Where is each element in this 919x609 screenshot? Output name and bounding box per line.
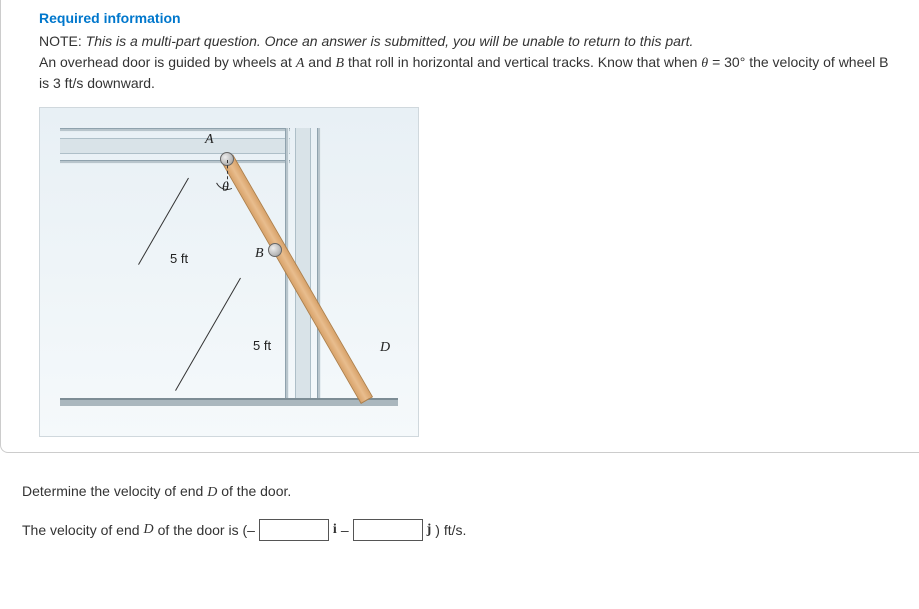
label-b: B [255,246,264,262]
var-b: B [336,56,345,71]
answer-pre: The velocity of end [22,522,140,538]
answer-var-d: D [144,522,154,538]
unit-j: j [427,522,432,538]
i-component-input[interactable] [259,519,329,541]
figure-container: A B D θ 5 ft 5 ft [39,107,919,437]
unit-i: i [333,522,337,538]
prompt-var-d: D [207,485,217,500]
desc-pre: An overhead door is guided by wheels at [39,54,296,70]
question-prompt: Determine the velocity of end D of the d… [22,483,894,501]
dimension-5ft-lower: 5 ft [253,338,271,353]
required-information-heading: Required information [39,10,894,26]
floor-line [60,398,398,406]
wheel-b [268,243,282,257]
label-d: D [380,340,390,356]
prompt-post: of the door. [217,483,291,499]
desc-mid1: and [304,54,335,70]
j-component-input[interactable] [353,519,423,541]
answer-post: ) ft/s. [435,522,466,538]
answer-line: The velocity of end D of the door is (– … [22,519,894,541]
problem-description: An overhead door is guided by wheels at … [39,53,894,93]
note-line: NOTE: This is a multi-part question. Onc… [39,32,894,51]
label-theta: θ [222,180,229,196]
door-diagram: A B D θ 5 ft 5 ft [39,107,419,437]
label-a: A [205,132,214,148]
horizontal-track [60,128,290,164]
note-text: This is a multi-part question. Once an a… [86,33,694,49]
answer-sep: – [341,522,349,538]
dimension-line-2 [175,277,241,390]
prompt-pre: Determine the velocity of end [22,483,207,499]
dimension-5ft-upper: 5 ft [170,251,188,266]
note-label: NOTE: [39,33,82,49]
desc-mid2: that roll in horizontal and vertical tra… [344,54,701,70]
answer-mid: of the door is (– [158,522,255,538]
